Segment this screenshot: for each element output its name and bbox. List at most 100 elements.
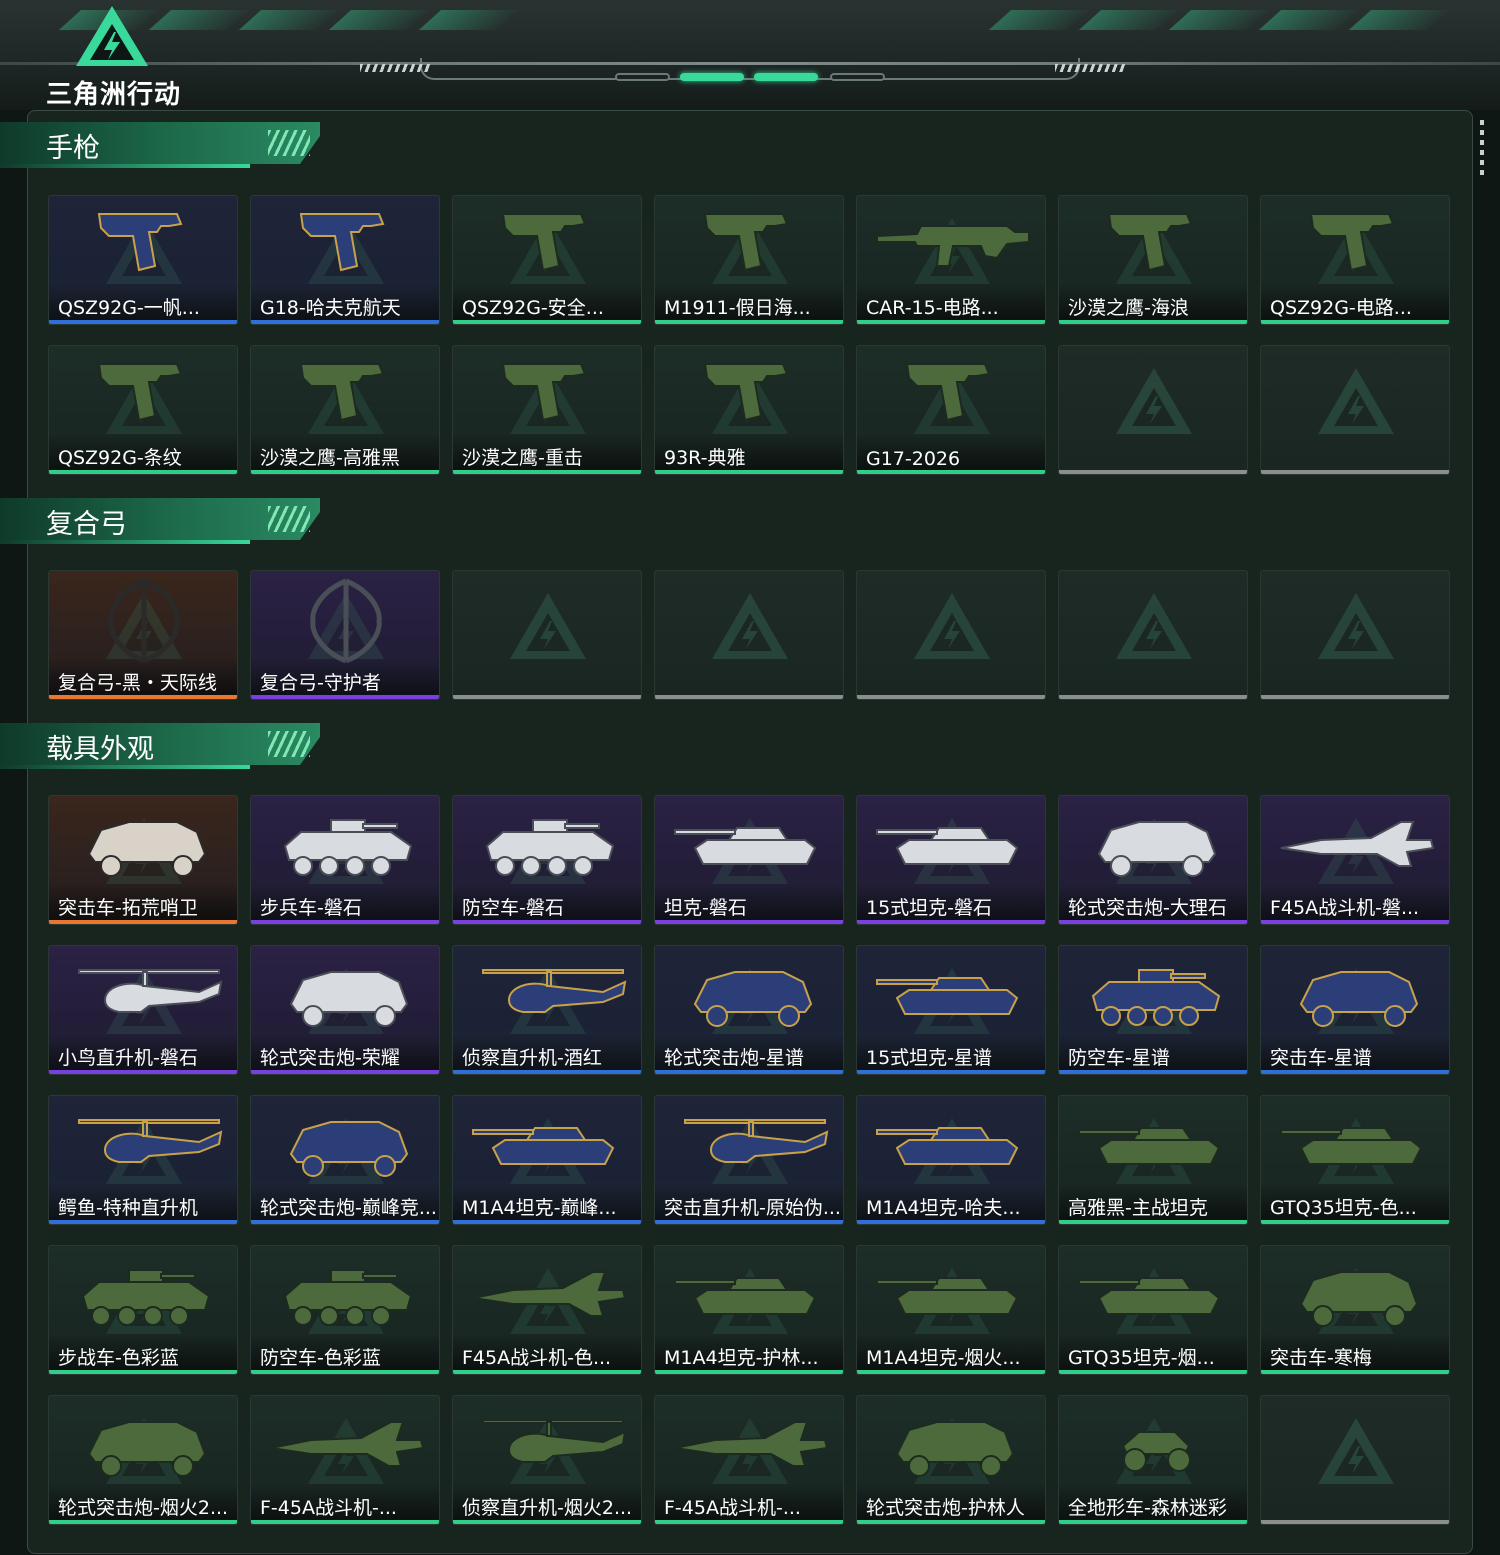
skin-card[interactable]: 全地形车-森林迷彩 bbox=[1058, 1395, 1248, 1525]
skin-card[interactable]: 轮式突击炮-星谱 bbox=[654, 945, 844, 1075]
skin-card[interactable]: 侦察直升机-烟火2... bbox=[452, 1395, 642, 1525]
skin-card[interactable]: QSZ92G-电路... bbox=[1260, 195, 1450, 325]
truck-icon bbox=[1299, 971, 1419, 1027]
skin-card[interactable]: 15式坦克-星谱 bbox=[856, 945, 1046, 1075]
skin-name: M1A4坦克-巅峰... bbox=[462, 1197, 617, 1219]
empty-slot bbox=[1260, 1395, 1450, 1525]
skin-card[interactable]: 轮式突击炮-巅峰竞... bbox=[250, 1095, 440, 1225]
scroll-handle[interactable] bbox=[1480, 120, 1484, 180]
skin-name: F-45A战斗机-... bbox=[664, 1497, 801, 1519]
empty-slot bbox=[1058, 570, 1248, 700]
skin-card[interactable]: 小鸟直升机-磐石 bbox=[48, 945, 238, 1075]
skin-card[interactable]: 轮式突击炮-大理石 bbox=[1058, 795, 1248, 925]
apc-icon bbox=[283, 1269, 413, 1326]
skin-card[interactable]: M1A4坦克-护林... bbox=[654, 1245, 844, 1375]
tank-icon bbox=[876, 1277, 1019, 1315]
skin-card[interactable]: QSZ92G-条纹 bbox=[48, 345, 238, 475]
pistol-icon bbox=[1107, 213, 1193, 272]
skin-name: 轮式突击炮-烟火2... bbox=[58, 1497, 229, 1519]
helicopter-icon bbox=[482, 1419, 627, 1463]
skin-card[interactable]: 93R-典雅 bbox=[654, 345, 844, 475]
skin-card[interactable]: 突击直升机-原始伪... bbox=[654, 1095, 844, 1225]
truck-icon bbox=[895, 1421, 1015, 1477]
section-title: 复合弓 bbox=[46, 509, 127, 540]
helicopter-icon bbox=[482, 969, 627, 1013]
skin-card[interactable]: 突击车-寒梅 bbox=[1260, 1245, 1450, 1375]
skin-card[interactable]: 防空车-色彩蓝 bbox=[250, 1245, 440, 1375]
skin-card[interactable]: 突击车-星谱 bbox=[1260, 945, 1450, 1075]
section-header: 手枪 bbox=[0, 120, 330, 172]
skin-card[interactable]: 高雅黑-主战坦克 bbox=[1058, 1095, 1248, 1225]
skin-card[interactable]: 步兵车-磐石 bbox=[250, 795, 440, 925]
pistol-icon bbox=[299, 363, 385, 422]
skin-name: M1911-假日海... bbox=[664, 297, 811, 319]
skin-card[interactable]: M1A4坦克-哈夫... bbox=[856, 1095, 1046, 1225]
tank-icon bbox=[1078, 1127, 1221, 1165]
skin-card[interactable]: 沙漠之鹰-重击 bbox=[452, 345, 642, 475]
skin-name: 突击直升机-原始伪... bbox=[664, 1197, 841, 1219]
skin-card[interactable]: 轮式突击炮-烟火2... bbox=[48, 1395, 238, 1525]
skin-name: 15式坦克-星谱 bbox=[866, 1047, 993, 1069]
skin-card[interactable]: 轮式突击炮-荣耀 bbox=[250, 945, 440, 1075]
skin-card[interactable]: F-45A战斗机-... bbox=[654, 1395, 844, 1525]
skin-card[interactable]: F45A战斗机-磐... bbox=[1260, 795, 1450, 925]
skin-name: GTQ35坦克-色... bbox=[1270, 1197, 1417, 1219]
apc-icon bbox=[1091, 969, 1221, 1026]
skin-name: 轮式突击炮-大理石 bbox=[1068, 897, 1227, 919]
skin-name: F45A战斗机-色... bbox=[462, 1347, 612, 1369]
skin-card[interactable]: F-45A战斗机-... bbox=[250, 1395, 440, 1525]
skin-card[interactable]: QSZ92G-安全... bbox=[452, 195, 642, 325]
skin-name: QSZ92G-条纹 bbox=[58, 447, 182, 469]
skin-card[interactable]: 沙漠之鹰-高雅黑 bbox=[250, 345, 440, 475]
skin-card[interactable]: QSZ92G-一帆... bbox=[48, 195, 238, 325]
empty-slot bbox=[1260, 570, 1450, 700]
skin-name: M1A4坦克-烟火... bbox=[866, 1347, 1021, 1369]
section-title: 载具外观 bbox=[46, 734, 154, 765]
skin-card[interactable]: CAR-15-电路... bbox=[856, 195, 1046, 325]
top-banner: 三角洲行动 bbox=[0, 0, 1500, 110]
skin-card[interactable]: M1911-假日海... bbox=[654, 195, 844, 325]
skin-card[interactable]: 突击车-拓荒哨卫 bbox=[48, 795, 238, 925]
skin-card[interactable]: GTQ35坦克-色... bbox=[1260, 1095, 1450, 1225]
skin-card[interactable]: G17-2026 bbox=[856, 345, 1046, 475]
skin-card[interactable]: 鳄鱼-特种直升机 bbox=[48, 1095, 238, 1225]
helicopter-icon bbox=[78, 969, 223, 1013]
skin-card[interactable]: G18-哈夫克航天 bbox=[250, 195, 440, 325]
skin-name: 防空车-磐石 bbox=[462, 897, 564, 919]
skin-card[interactable]: 防空车-星谱 bbox=[1058, 945, 1248, 1075]
pistol-icon bbox=[703, 213, 789, 272]
pistol-icon bbox=[501, 213, 587, 272]
skin-card[interactable]: 侦察直升机-酒红 bbox=[452, 945, 642, 1075]
skin-card[interactable]: 轮式突击炮-护林人 bbox=[856, 1395, 1046, 1525]
skin-card[interactable]: 坦克-磐石 bbox=[654, 795, 844, 925]
skin-card[interactable]: 防空车-磐石 bbox=[452, 795, 642, 925]
skin-name: 93R-典雅 bbox=[664, 447, 746, 469]
skin-card[interactable]: GTQ35坦克-烟... bbox=[1058, 1245, 1248, 1375]
skin-name: G17-2026 bbox=[866, 448, 961, 470]
tank-icon bbox=[674, 827, 817, 865]
jet-icon bbox=[1280, 821, 1435, 867]
pistol-icon bbox=[1309, 213, 1395, 272]
delta-logo-icon bbox=[76, 6, 148, 66]
skin-card[interactable]: 步战车-色彩蓝 bbox=[48, 1245, 238, 1375]
helicopter-icon bbox=[78, 1119, 223, 1163]
skin-card[interactable]: 复合弓-守护者 bbox=[250, 570, 440, 700]
skin-card[interactable]: 复合弓-黑・天际线 bbox=[48, 570, 238, 700]
section-title: 手枪 bbox=[46, 133, 100, 164]
skin-name: 侦察直升机-酒红 bbox=[462, 1047, 602, 1069]
tank-icon bbox=[876, 1127, 1019, 1165]
apc-icon bbox=[485, 819, 615, 876]
skin-card[interactable]: M1A4坦克-巅峰... bbox=[452, 1095, 642, 1225]
skin-card[interactable]: 15式坦克-磐石 bbox=[856, 795, 1046, 925]
rifle-icon bbox=[876, 225, 1030, 267]
tank-icon bbox=[876, 827, 1019, 865]
skin-name: 突击车-拓荒哨卫 bbox=[58, 897, 198, 919]
tank-icon bbox=[674, 1277, 817, 1315]
skin-card[interactable]: F45A战斗机-色... bbox=[452, 1245, 642, 1375]
skin-name: 复合弓-守护者 bbox=[260, 672, 381, 694]
skin-name: CAR-15-电路... bbox=[866, 297, 999, 319]
skin-name: 高雅黑-主战坦克 bbox=[1068, 1197, 1208, 1219]
skin-card[interactable]: 沙漠之鹰-海浪 bbox=[1058, 195, 1248, 325]
pistol-icon bbox=[905, 363, 991, 422]
skin-card[interactable]: M1A4坦克-烟火... bbox=[856, 1245, 1046, 1375]
